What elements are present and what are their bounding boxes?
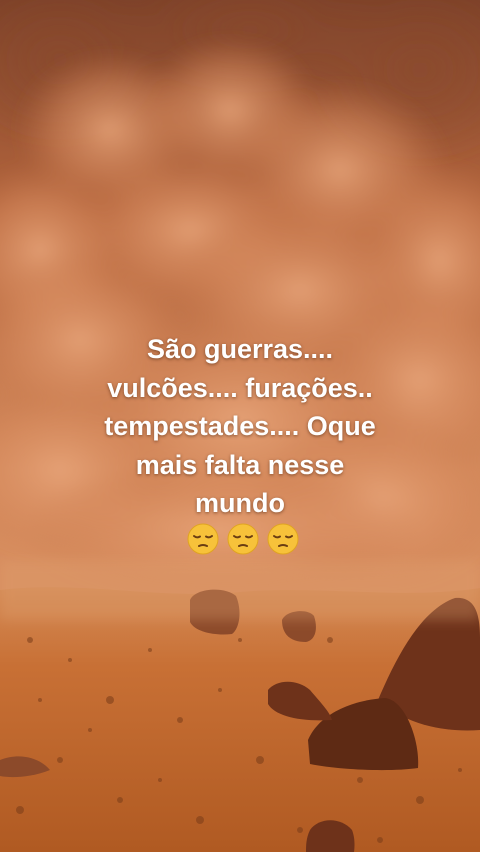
pensive-face-icon	[187, 523, 219, 554]
caption-line-4: mais falta nesse	[135, 449, 345, 480]
pensive-face-icon	[267, 523, 299, 554]
caption-line-1: São guerras....	[146, 334, 334, 364]
caption-line-3: tempestades.... Oque	[104, 411, 376, 441]
pensive-face-icon	[227, 523, 259, 554]
caption-line-2: vulcões.... furações..	[107, 372, 373, 403]
caption-line-5: mundo	[60, 484, 420, 565]
emoji-group	[66, 523, 420, 566]
story-caption: São guerras.... vulcões.... furações.. t…	[60, 330, 420, 565]
story-viewer: São guerras.... vulcões.... furações.. t…	[0, 0, 480, 852]
caption-line-5-text: mundo	[195, 488, 285, 518]
